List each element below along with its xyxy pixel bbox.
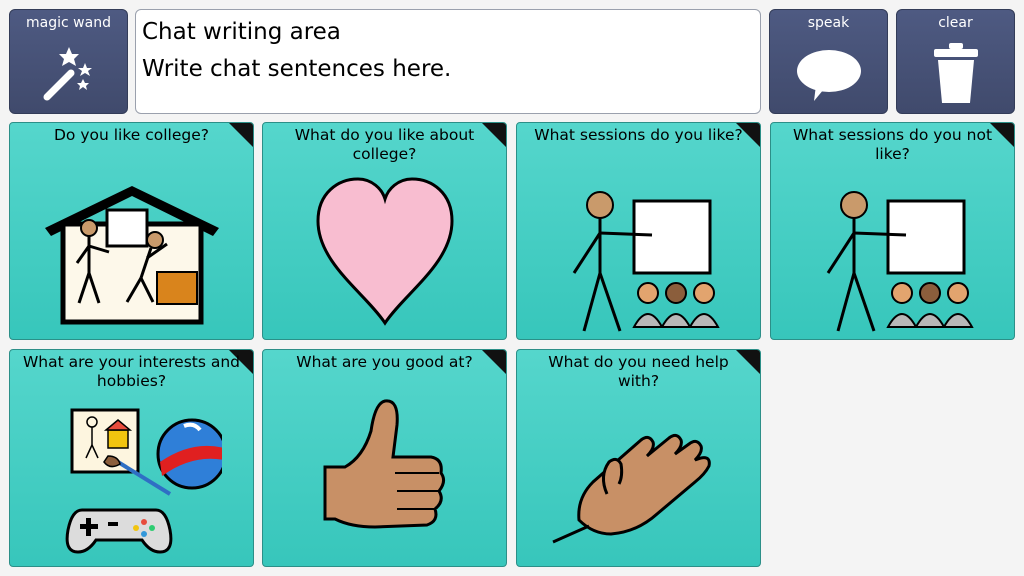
chat-writing-area[interactable]: Chat writing area Write chat sentences h…	[135, 9, 761, 114]
thumbs-up-icon	[263, 394, 506, 566]
college-house-icon	[10, 167, 253, 339]
tile-interests-and-hobbies[interactable]: What are your interests and hobbies?	[9, 349, 254, 567]
tile-what-do-you-like-about-college[interactable]: What do you like about college?	[262, 122, 507, 340]
clear-button[interactable]: clear	[896, 9, 1015, 114]
trash-can-icon	[897, 41, 1014, 105]
speak-button[interactable]: speak	[769, 9, 888, 114]
magic-wand-label: magic wand	[26, 15, 111, 31]
magic-wand-icon	[10, 45, 127, 105]
speech-bubble-icon	[770, 45, 887, 105]
tile-what-sessions-do-you-like[interactable]: What sessions do you like?	[516, 122, 761, 340]
tile-label: What do you need help with?	[548, 353, 729, 390]
chat-text: Write chat sentences here.	[142, 56, 452, 82]
teacher-whiteboard-icon	[771, 167, 1014, 339]
tile-what-do-you-need-help-with[interactable]: What do you need help with?	[516, 349, 761, 567]
tile-label: What are your interests and hobbies?	[22, 353, 241, 390]
tile-label: What do you like about college?	[294, 126, 475, 163]
clear-label: clear	[938, 15, 973, 31]
tile-do-you-like-college[interactable]: Do you like college?	[9, 122, 254, 340]
tile-what-sessions-do-you-not-like[interactable]: What sessions do you not like?	[770, 122, 1015, 340]
tile-label: What sessions do you like?	[534, 126, 743, 144]
tile-label: Do you like college?	[53, 126, 209, 144]
magic-wand-button[interactable]: magic wand	[9, 9, 128, 114]
tile-what-are-you-good-at[interactable]: What are you good at?	[262, 349, 507, 567]
tile-label: What are you good at?	[296, 353, 473, 371]
heart-icon	[263, 167, 506, 339]
tile-label: What sessions do you not like?	[792, 126, 993, 163]
teacher-whiteboard-icon	[517, 167, 760, 339]
helping-hand-icon	[517, 394, 760, 566]
chat-title: Chat writing area	[142, 19, 341, 45]
hobbies-icon	[10, 394, 253, 566]
speak-label: speak	[807, 15, 850, 31]
